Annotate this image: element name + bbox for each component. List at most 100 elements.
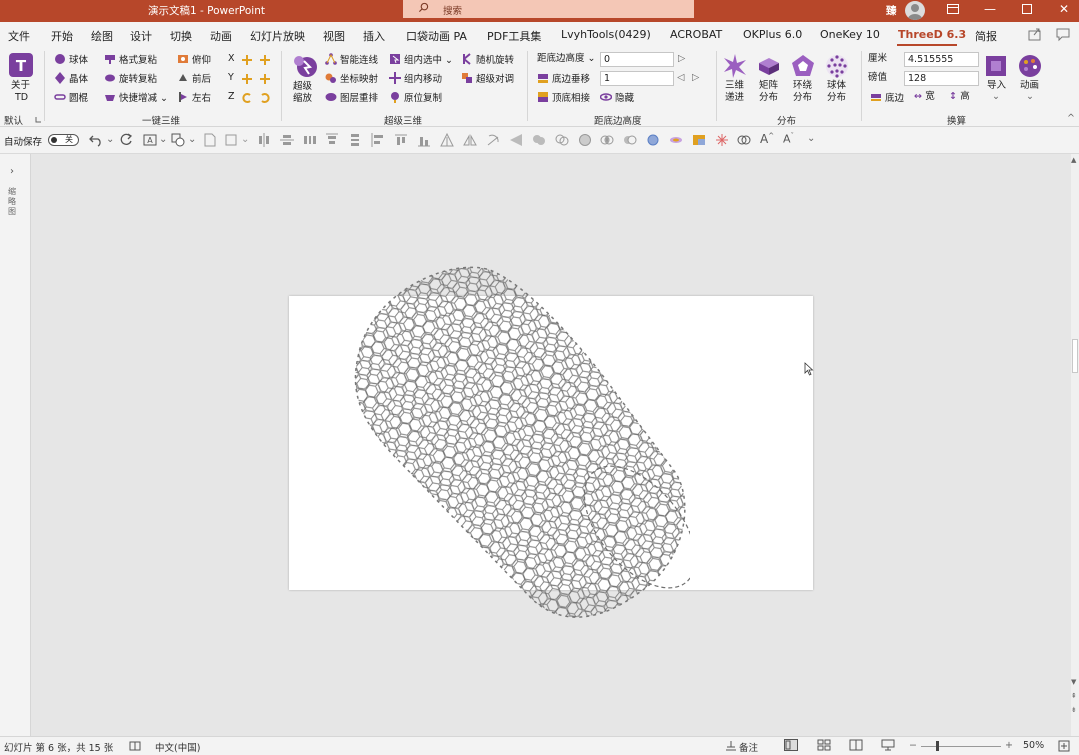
align-middle-icon[interactable] [280, 133, 294, 147]
rectangle-dropdown-icon[interactable]: ⌄ [241, 134, 249, 145]
tab-slideshow[interactable]: 幻灯片放映 [250, 28, 305, 44]
super-swap-button[interactable]: 超级对调 [461, 72, 514, 86]
y-rotate-left-icon[interactable] [241, 73, 253, 85]
vertical-scrollbar[interactable]: ▲ ▼ ⇞ ⇟ [1071, 154, 1079, 736]
bottom-edge-button[interactable]: 底边 [870, 91, 904, 105]
align-left-icon[interactable] [371, 133, 385, 147]
comment-icon[interactable] [1055, 26, 1071, 42]
slide-sorter-icon[interactable] [817, 739, 831, 751]
user-avatar[interactable] [905, 1, 925, 20]
pitch-button[interactable]: 俯仰 [177, 53, 211, 67]
zoom-slider[interactable] [921, 746, 1001, 747]
height-button[interactable]: ↕ 高 [949, 91, 970, 103]
previous-slide-icon[interactable]: ⇞ [1071, 692, 1077, 700]
thumbnails-label[interactable]: 缩略图 [8, 187, 20, 217]
shift-left-icon[interactable]: ◁ [677, 72, 684, 84]
maximize-button[interactable] [1012, 0, 1042, 18]
collapse-ribbon-icon[interactable]: ^ [1067, 113, 1075, 125]
rectangle-icon[interactable] [224, 133, 238, 147]
flip-icon[interactable] [463, 133, 477, 147]
quick-adjust-button[interactable]: 快捷增减 ⌄ [104, 91, 168, 105]
width-button[interactable]: ↔ 宽 [914, 91, 935, 103]
tab-design[interactable]: 设计 [130, 28, 152, 44]
intersect-icon[interactable] [600, 133, 614, 147]
reading-view-icon[interactable] [849, 739, 863, 751]
tab-insert[interactable]: 插入 [363, 28, 385, 44]
random-rotate-button[interactable]: 随机旋转 [461, 53, 514, 67]
color-block-icon[interactable] [692, 133, 706, 147]
sparkle-icon[interactable] [715, 133, 729, 147]
share-icon[interactable] [1027, 26, 1043, 42]
search-box[interactable]: 搜索 [403, 0, 694, 18]
textbox-dropdown-icon[interactable]: ⌄ [159, 134, 167, 145]
group-select-button[interactable]: 组内选中 ⌄ [389, 53, 453, 67]
union-icon[interactable] [532, 133, 546, 147]
undo-dropdown-icon[interactable]: ⌄ [106, 134, 114, 145]
distribute-vertical-icon[interactable] [348, 133, 362, 147]
tab-threed[interactable]: ThreeD 6.3 [898, 28, 966, 41]
bottom-shift-button[interactable]: 底边垂移 [537, 72, 590, 86]
carbon-nanotube-3d-model[interactable] [340, 262, 690, 624]
tab-file[interactable]: 文件 [8, 28, 30, 44]
expand-thumbnails-icon[interactable]: › [10, 166, 14, 177]
top-bottom-join-button[interactable]: 顶底相接 [537, 91, 590, 105]
notes-button[interactable]: 备注 [739, 740, 758, 754]
scroll-up-icon[interactable]: ▲ [1071, 156, 1076, 164]
bottom-shift-input[interactable]: 1 [600, 71, 674, 86]
x-rotate-right-icon[interactable] [259, 54, 271, 66]
crystal-button[interactable]: 晶体 [54, 72, 88, 86]
textbox-icon[interactable]: A [143, 133, 157, 147]
undo-icon[interactable] [89, 133, 103, 147]
group-move-button[interactable]: 组内移动 [389, 72, 442, 86]
minimize-button[interactable]: — [975, 0, 1005, 18]
scroll-down-icon[interactable]: ▼ [1071, 678, 1076, 686]
language-indicator[interactable]: 中文(中国) [155, 740, 200, 754]
copy-shape-icon[interactable] [202, 133, 216, 147]
multi-circle-icon[interactable] [737, 133, 751, 147]
rotate-paste-button[interactable]: 旋转复粘 [104, 72, 157, 86]
zoom-out-icon[interactable]: − [909, 740, 917, 751]
bottom-height-input[interactable]: 0 [600, 52, 674, 67]
tab-transitions[interactable]: 切换 [170, 28, 192, 44]
left-right-button[interactable]: 左右 [177, 91, 211, 105]
bottom-height-label[interactable]: 距底边高度 ⌄ [537, 53, 596, 65]
tab-pocket-animation[interactable]: 口袋动画 PA [406, 28, 467, 44]
ring-icon[interactable] [646, 133, 660, 147]
front-back-button[interactable]: 前后 [177, 72, 211, 86]
combine-icon[interactable] [555, 133, 569, 147]
shift-right-icon[interactable]: ▷ [692, 72, 699, 84]
sphere-button[interactable]: 球体 [54, 53, 88, 67]
shapes-icon[interactable] [171, 133, 185, 147]
slide-counter[interactable]: 幻灯片 第 6 张，共 15 张 [4, 740, 113, 754]
z-rotate-left-icon[interactable] [241, 92, 253, 104]
autosave-toggle[interactable]: 关 [48, 134, 79, 146]
tab-view[interactable]: 视图 [323, 28, 345, 44]
layer-reorder-button[interactable]: 图层重排 [325, 91, 378, 105]
tab-lvyhtools[interactable]: LvyhTools(0429) [561, 28, 651, 41]
triangle-icon[interactable] [440, 133, 454, 147]
close-button[interactable]: ✕ [1049, 0, 1079, 18]
in-place-copy-button[interactable]: 原位复制 [389, 91, 442, 105]
tab-jianbao[interactable]: 简报 [975, 28, 997, 44]
hide-button[interactable]: 隐藏 [600, 91, 634, 105]
cm-input[interactable]: 4.515555 [904, 52, 979, 67]
mesh-icon[interactable] [669, 133, 683, 147]
align-center-vertical-icon[interactable] [257, 133, 271, 147]
arrow-left-shape-icon[interactable] [509, 133, 523, 147]
height-increase-icon[interactable]: ▷ [678, 53, 685, 65]
decrease-font-icon[interactable]: Aˇ [783, 132, 794, 146]
y-rotate-right-icon[interactable] [259, 73, 271, 85]
z-rotate-right-icon[interactable] [259, 92, 271, 104]
distribute-horizontal-icon[interactable] [303, 133, 317, 147]
tab-draw[interactable]: 绘图 [91, 28, 113, 44]
tab-home[interactable]: 开始 [51, 28, 73, 44]
next-slide-icon[interactable]: ⇟ [1071, 706, 1077, 714]
align-bottom-icon[interactable] [394, 133, 408, 147]
rod-button[interactable]: 圆棍 [54, 91, 88, 105]
spell-check-icon[interactable] [129, 740, 141, 752]
x-rotate-left-icon[interactable] [241, 54, 253, 66]
smart-connect-button[interactable]: 智能连线 [325, 53, 378, 67]
tab-onekey[interactable]: OneKey 10 [820, 28, 880, 41]
user-name[interactable]: 臻 [886, 3, 897, 18]
zoom-in-icon[interactable]: + [1005, 740, 1013, 751]
